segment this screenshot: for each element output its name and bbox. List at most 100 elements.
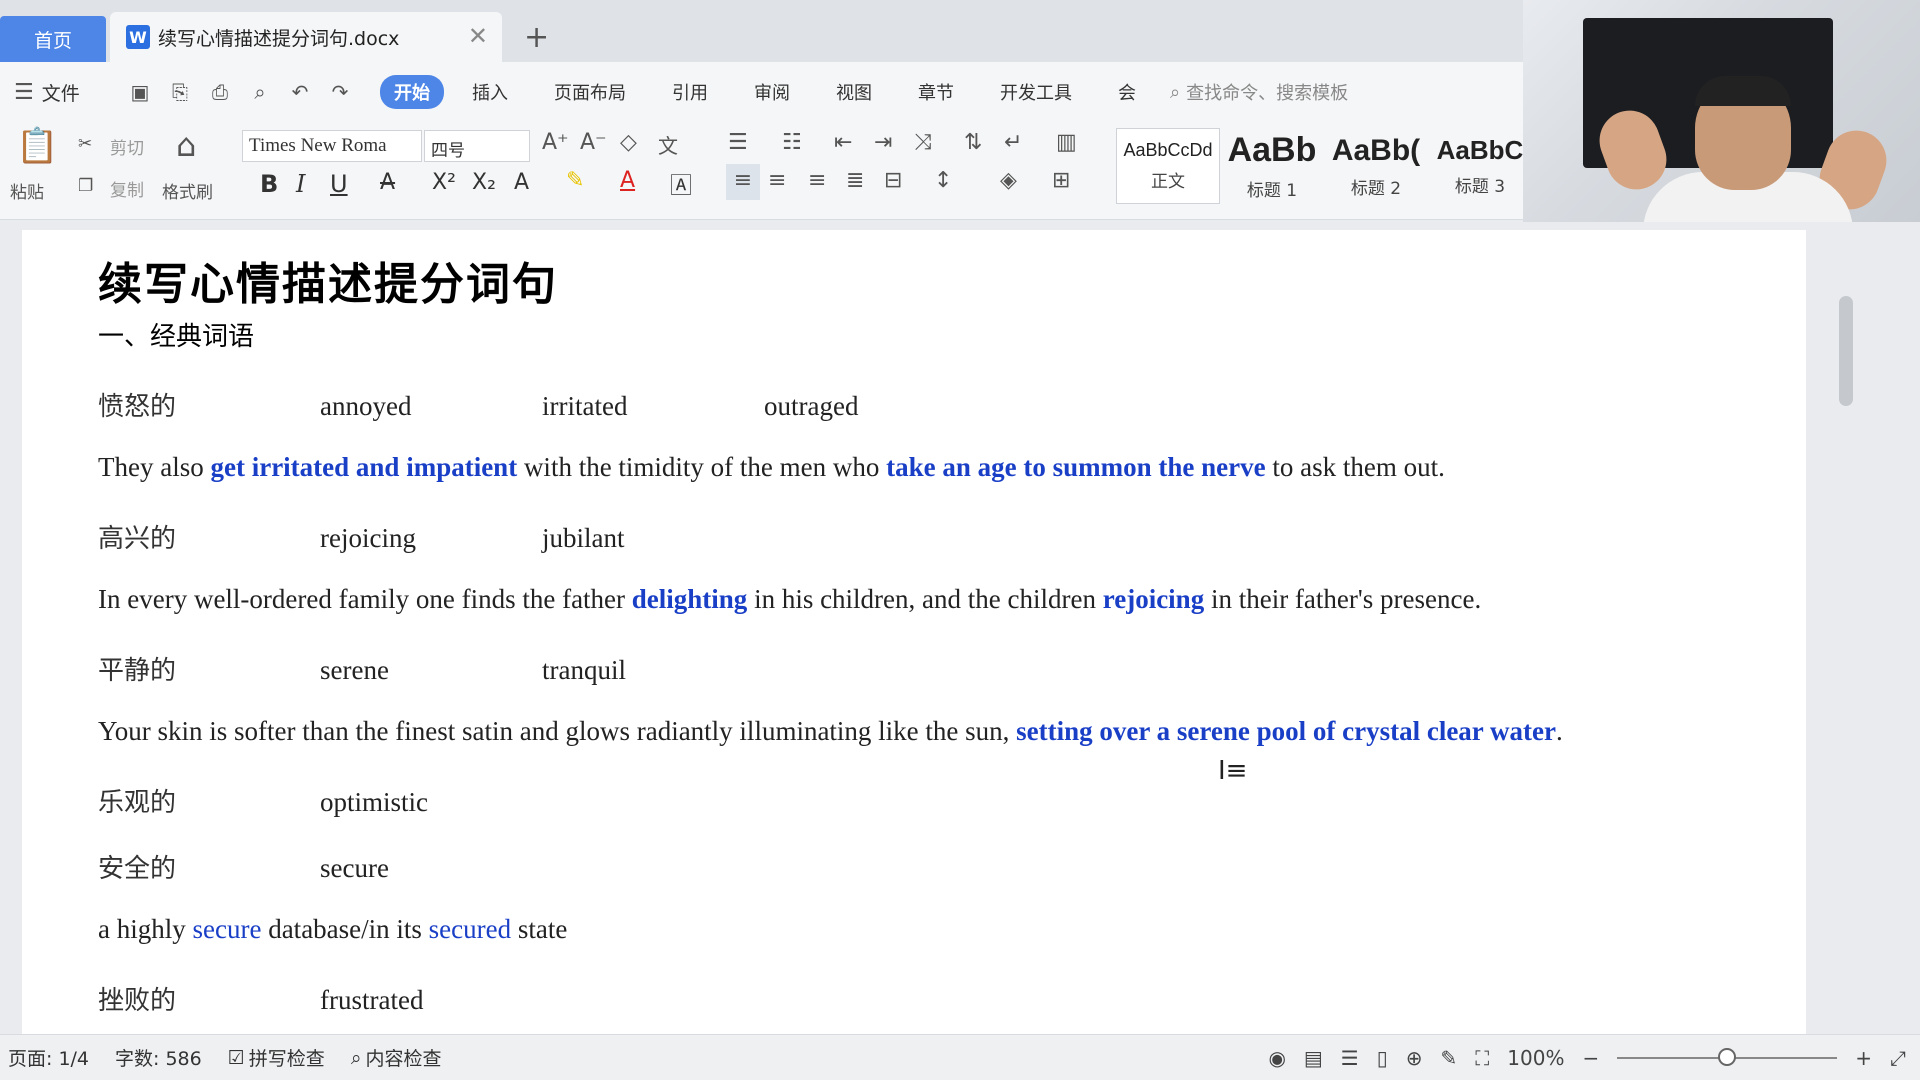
- export-icon[interactable]: ⎘: [166, 78, 194, 106]
- menu-item-developer[interactable]: 开发工具: [1000, 79, 1072, 105]
- menu-item-review[interactable]: 审阅: [754, 79, 790, 105]
- vertical-scrollbar[interactable]: [1836, 236, 1856, 1016]
- paste-button[interactable]: 粘贴: [10, 178, 44, 203]
- redo-icon[interactable]: ↷: [326, 78, 354, 106]
- print-icon[interactable]: ⎙: [206, 78, 234, 106]
- zoom-out-icon[interactable]: −: [1582, 1046, 1599, 1070]
- sentence-text: database/in its: [261, 914, 429, 944]
- style-heading-2[interactable]: AaBb( 标题 2: [1324, 128, 1428, 204]
- scissors-icon[interactable]: ✂: [78, 134, 92, 154]
- bold-icon[interactable]: B: [260, 170, 278, 198]
- highlighted-phrase: secured: [428, 914, 512, 944]
- menu-item-chapter[interactable]: 章节: [918, 79, 954, 105]
- vocab-row-angry: 愤怒的 annoyed irritated outraged: [98, 386, 858, 423]
- format-painter-icon[interactable]: ⌂: [176, 126, 196, 164]
- align-left-icon[interactable]: ≡: [726, 164, 760, 200]
- shading-icon[interactable]: ◈: [1000, 168, 1017, 193]
- style-heading-1[interactable]: AaBb 标题 1: [1220, 128, 1324, 204]
- highlight-color-icon[interactable]: ✎: [566, 168, 584, 193]
- spell-check-button[interactable]: ☑ 拼写检查: [228, 1044, 325, 1071]
- font-size-select[interactable]: 四号: [424, 130, 530, 162]
- borders-icon[interactable]: ⊞: [1052, 168, 1070, 193]
- command-search[interactable]: ⌕ 查找命令、搜索模板: [1170, 79, 1348, 105]
- vocab-chinese: 高兴的: [98, 524, 177, 554]
- menu-item-view[interactable]: 视图: [836, 79, 872, 105]
- text-effect-icon[interactable]: A: [514, 170, 529, 195]
- show-marks-icon[interactable]: ↵: [1004, 130, 1022, 155]
- text-direction-icon[interactable]: ⤨: [914, 130, 932, 155]
- clear-format-icon[interactable]: ◇: [620, 130, 637, 155]
- subscript-icon[interactable]: X₂: [472, 170, 496, 195]
- bullet-list-icon[interactable]: ☰: [728, 130, 748, 155]
- menu-item-more[interactable]: 会: [1118, 79, 1136, 105]
- font-color-icon[interactable]: A: [620, 168, 635, 193]
- cut-button[interactable]: 剪切: [110, 134, 144, 159]
- fullscreen-icon[interactable]: ⤢: [1890, 1046, 1906, 1070]
- table-grid-icon[interactable]: ▥: [1056, 130, 1077, 155]
- menu-bar: ☰ 文件 ▣ ⎘ ⎙ ⌕ ↶ ↷ 开始 插入 页面布局 引用 审阅 视图 章节 …: [0, 62, 1523, 122]
- vocab-chinese: 平静的: [98, 656, 177, 686]
- strikethrough-icon[interactable]: A: [380, 170, 395, 195]
- shrink-font-icon[interactable]: A⁻: [580, 130, 607, 155]
- close-tab-icon[interactable]: ✕: [468, 22, 488, 50]
- style-heading-1-preview: AaBb: [1227, 131, 1317, 169]
- menu-item-insert[interactable]: 插入: [472, 79, 508, 105]
- style-normal[interactable]: AaBbCcDd 正文: [1116, 128, 1220, 204]
- sentence-text: a highly: [98, 914, 193, 944]
- section-heading: 一、经典词语: [98, 322, 255, 352]
- fit-page-icon[interactable]: ⛶: [1475, 1046, 1489, 1070]
- page-count[interactable]: 页面: 1/4: [8, 1044, 89, 1071]
- distributed-icon[interactable]: ⊟: [884, 168, 902, 193]
- web-view-icon[interactable]: ⊕: [1406, 1046, 1423, 1070]
- save-icon[interactable]: ▣: [126, 78, 154, 106]
- page-view-icon[interactable]: ▤: [1304, 1046, 1323, 1070]
- paste-icon[interactable]: 📋: [16, 126, 58, 166]
- vocab-row-calm: 平静的 serene tranquil: [98, 650, 626, 687]
- line-spacing-icon[interactable]: ↕: [934, 168, 952, 193]
- menu-item-home[interactable]: 开始: [380, 75, 444, 109]
- zoom-level[interactable]: 100%: [1507, 1046, 1564, 1070]
- decrease-indent-icon[interactable]: ⇤: [834, 130, 852, 155]
- tab-home[interactable]: 首页: [0, 16, 106, 62]
- new-tab-button[interactable]: +: [524, 20, 549, 55]
- write-mode-icon[interactable]: ✎: [1441, 1046, 1458, 1070]
- tab-document[interactable]: W 续写心情描述提分词句.docx ✕: [110, 12, 502, 62]
- menu-item-page-layout[interactable]: 页面布局: [554, 79, 626, 105]
- justify-icon[interactable]: ≣: [846, 168, 864, 193]
- highlighted-phrase: take an age to summon the nerve: [886, 452, 1266, 482]
- eye-protection-icon[interactable]: ◉: [1268, 1046, 1285, 1070]
- zoom-slider-knob[interactable]: [1718, 1048, 1737, 1066]
- superscript-icon[interactable]: X²: [432, 170, 456, 195]
- increase-indent-icon[interactable]: ⇥: [874, 130, 892, 155]
- format-painter-button[interactable]: 格式刷: [162, 178, 213, 203]
- style-heading-3[interactable]: AaBbC 标题 3: [1428, 128, 1532, 204]
- phonetic-guide-icon[interactable]: 文: [658, 130, 678, 159]
- copy-icon[interactable]: ❐: [78, 176, 93, 196]
- underline-icon[interactable]: U: [330, 170, 348, 198]
- zoom-slider[interactable]: [1617, 1048, 1838, 1066]
- file-menu[interactable]: ☰ 文件: [14, 79, 96, 106]
- italic-icon[interactable]: I: [296, 170, 305, 198]
- grow-font-icon[interactable]: A⁺: [542, 130, 569, 155]
- sort-icon[interactable]: ⇅: [964, 130, 982, 155]
- word-count[interactable]: 字数: 586: [115, 1044, 202, 1071]
- scrollbar-thumb[interactable]: [1839, 296, 1853, 406]
- style-heading-2-preview: AaBb(: [1331, 133, 1421, 167]
- hamburger-icon: ☰: [14, 79, 34, 105]
- char-border-icon[interactable]: 🄰: [670, 168, 692, 200]
- copy-button[interactable]: 复制: [110, 176, 144, 201]
- content-check-button[interactable]: ⌕ 内容检查: [351, 1044, 442, 1071]
- align-center-icon[interactable]: ≡: [768, 168, 786, 193]
- numbered-list-icon[interactable]: ☷: [782, 130, 802, 155]
- document-page[interactable]: 续写心情描述提分词句 一、经典词语 愤怒的 annoyed irritated out…: [22, 230, 1806, 1034]
- print-preview-icon[interactable]: ⌕: [246, 78, 274, 106]
- menu-item-references[interactable]: 引用: [672, 79, 708, 105]
- zoom-in-icon[interactable]: +: [1855, 1046, 1872, 1070]
- reading-view-icon[interactable]: ▯: [1377, 1046, 1388, 1070]
- style-normal-preview: AaBbCcDd: [1123, 140, 1213, 160]
- align-right-icon[interactable]: ≡: [808, 168, 826, 193]
- font-name-select[interactable]: Times New Roma: [242, 130, 422, 162]
- undo-icon[interactable]: ↶: [286, 78, 314, 106]
- example-sentence-4: a highly secure database/in its secured …: [98, 914, 567, 945]
- outline-view-icon[interactable]: ☰: [1341, 1046, 1359, 1070]
